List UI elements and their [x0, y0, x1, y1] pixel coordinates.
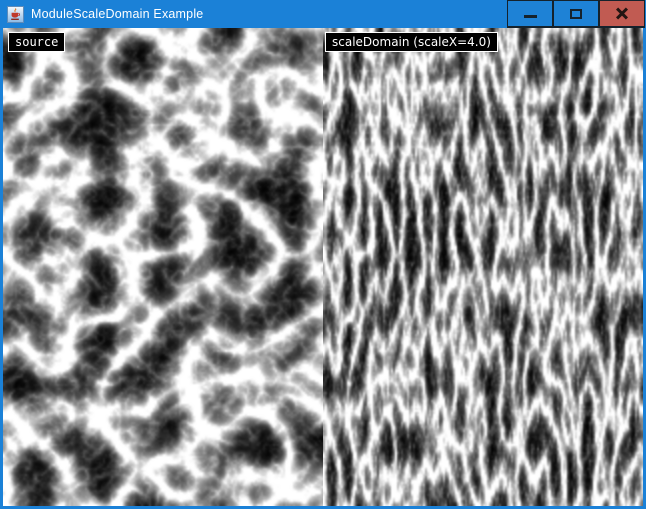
close-button[interactable] — [600, 1, 644, 26]
render-area: source scaleDomain (scaleX=4.0) — [3, 28, 643, 506]
minimize-button[interactable] — [508, 1, 552, 26]
maximize-icon — [570, 9, 582, 19]
java-coffee-cup-glyph — [10, 8, 21, 21]
java-coffee-cup-icon[interactable] — [7, 6, 24, 23]
scaled-panel-label: scaleDomain (scaleX=4.0) — [325, 32, 498, 52]
minimize-icon — [524, 15, 537, 18]
app-window: ModuleScaleDomain Example source scaleDo… — [0, 0, 646, 509]
window-controls — [507, 0, 645, 28]
title-bar[interactable]: ModuleScaleDomain Example — [0, 0, 646, 28]
source-texture-image — [3, 28, 323, 506]
window-title: ModuleScaleDomain Example — [31, 7, 203, 21]
maximize-button[interactable] — [554, 1, 598, 26]
scaled-domain-texture-image — [323, 28, 643, 506]
close-icon — [615, 7, 629, 21]
source-panel-label: source — [8, 32, 65, 52]
